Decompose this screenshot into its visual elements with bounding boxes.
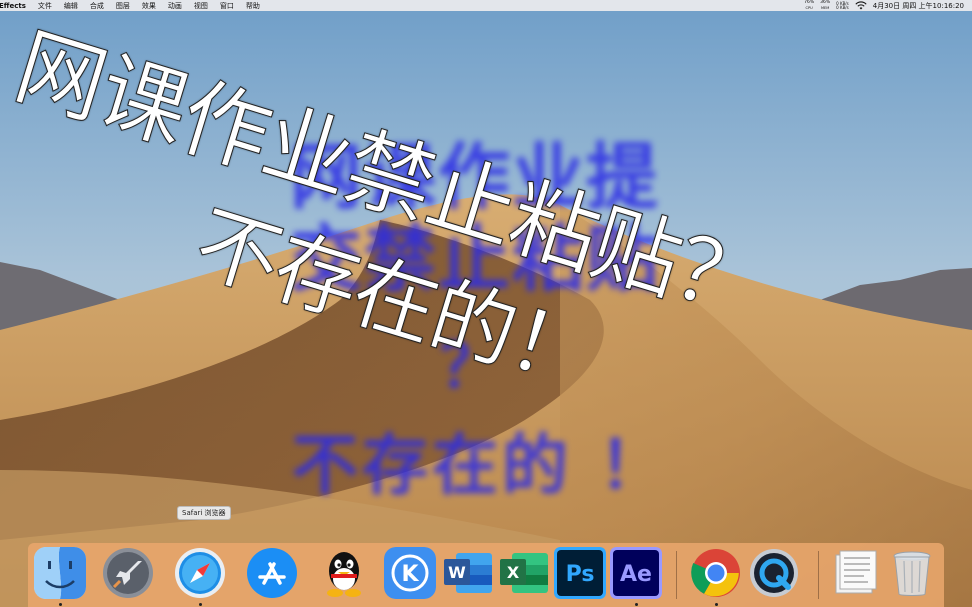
word-glyph: W: [448, 563, 466, 582]
photoshop-glyph: Ps: [566, 562, 595, 587]
menu-bar: Effects 文件 编辑 合成 图层 效果 动画 视图 窗口 帮助 76% C…: [0, 0, 972, 11]
kuaiyin-glyph: K: [401, 562, 419, 587]
launchpad-icon[interactable]: [102, 547, 154, 599]
dock-tooltip: Safari 浏览器: [177, 506, 231, 520]
menu-window[interactable]: 窗口: [214, 1, 240, 11]
safari-running-dot: [199, 603, 202, 606]
quicktime-icon[interactable]: [748, 547, 800, 599]
finder-running-dot: [59, 603, 62, 606]
after-effects-running-dot: [635, 603, 638, 606]
menu-view[interactable]: 视图: [188, 1, 214, 11]
qq-icon[interactable]: [318, 547, 370, 599]
menu-file[interactable]: 文件: [32, 1, 58, 11]
menu-animation[interactable]: 动画: [162, 1, 188, 11]
chrome-running-dot: [715, 603, 718, 606]
menu-app-name[interactable]: Effects: [0, 2, 32, 10]
word-icon[interactable]: W: [442, 547, 494, 599]
menu-layer[interactable]: 图层: [110, 1, 136, 11]
net-down: 0 KB/s: [836, 4, 849, 10]
dock-separator: [676, 551, 677, 599]
trash-icon[interactable]: [886, 547, 938, 599]
cpu-status[interactable]: 76% CPU: [804, 0, 814, 10]
network-status[interactable]: 0 KB/s 0 KB/s: [836, 1, 849, 10]
blurred-caption-line-4: 不存在的 ！: [292, 427, 669, 504]
excel-icon[interactable]: X: [498, 547, 550, 599]
mem-label: MEM: [820, 5, 830, 10]
photoshop-icon[interactable]: Ps: [554, 547, 606, 599]
excel-glyph: X: [507, 563, 520, 582]
mem-status[interactable]: 36% MEM: [820, 0, 830, 10]
menu-clock[interactable]: 4月30日 周四 上午10:16:20: [873, 1, 964, 11]
chrome-icon[interactable]: [690, 547, 742, 599]
after-effects-icon[interactable]: Ae: [610, 547, 662, 599]
cpu-label: CPU: [805, 5, 813, 10]
finder-icon[interactable]: [34, 547, 86, 599]
dock-separator-2: [818, 551, 819, 599]
safari-icon[interactable]: [174, 547, 226, 599]
menu-help[interactable]: 帮助: [240, 1, 266, 11]
wifi-icon[interactable]: [855, 1, 867, 10]
menu-effect[interactable]: 效果: [136, 1, 162, 11]
kuaiyin-icon[interactable]: K: [384, 547, 436, 599]
menu-composition[interactable]: 合成: [84, 1, 110, 11]
menu-edit[interactable]: 编辑: [58, 1, 84, 11]
dock: K W X Ps Ae: [28, 543, 944, 607]
after-effects-glyph: Ae: [620, 562, 652, 587]
app-store-icon[interactable]: [246, 547, 298, 599]
desktop: 网课作业提 交禁止粘贴 ？ 不存在的 ！ 网课作业禁止粘贴？ 不存在的！: [0, 0, 972, 607]
document-icon[interactable]: [830, 547, 882, 599]
